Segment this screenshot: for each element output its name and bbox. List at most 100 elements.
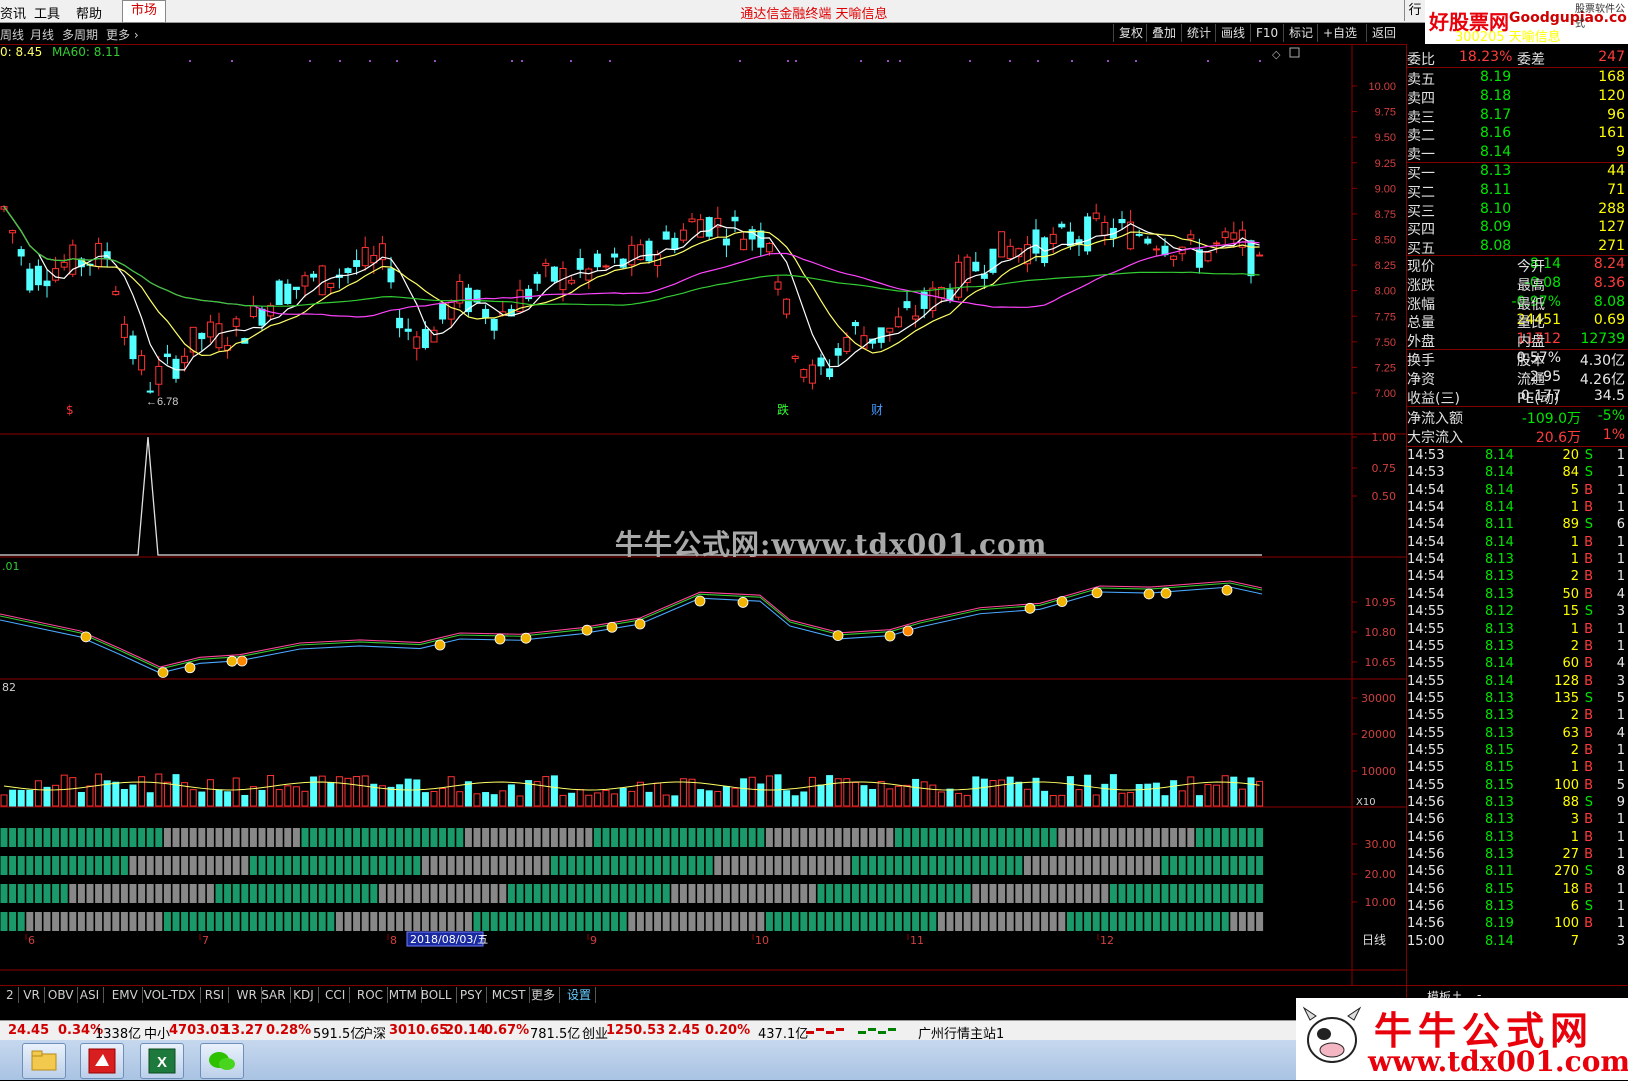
volume-bar [1023,788,1031,807]
status-bar-cell [52,856,60,875]
fuquan-button[interactable]: 复权 [1113,24,1148,42]
stats-button[interactable]: 统计 [1181,24,1216,42]
candle-body [697,219,705,238]
indicator-tab[interactable]: RSI [201,987,230,1003]
indicator-tab[interactable]: 2 [2,987,19,1003]
tick-volume: 2 [1570,638,1579,654]
period-label: 日线 [1362,933,1386,947]
flow-value: 20.6万 [1535,429,1581,446]
candle-body [396,317,404,329]
indicator-tab[interactable]: CCI [321,987,351,1003]
tick-side: B [1584,673,1593,689]
status-bar-cell [800,912,808,931]
wechat-icon[interactable] [200,1043,244,1079]
indicator-tab[interactable]: SAR [257,987,291,1003]
status-bar-cell [542,912,550,931]
overlay-button[interactable]: 叠加 [1146,24,1181,42]
mark-button[interactable]: 标记 [1283,24,1318,42]
tick-count: 1 [1616,552,1625,568]
volume-bar [972,776,980,807]
buy-volume: 288 [1598,200,1625,217]
tick-row: 14:55 8.13 1 B 1 [1407,621,1628,639]
status-bar-cell [654,856,662,875]
period-monthly[interactable]: 月线 [30,26,54,43]
sell-price: 8.14 [1480,144,1512,161]
status-bar-cell [464,828,472,847]
indicator-tab[interactable]: VR [19,987,45,1003]
tick-time: 14:56 [1407,795,1445,810]
more-periods[interactable]: 更多 › [106,26,139,43]
tick-row: 14:54 8.14 5 B 1 [1407,482,1628,500]
multi-period[interactable]: 多周期 [62,26,98,43]
add-favorite-button[interactable]: +自选 [1317,24,1362,42]
tick-side: B [1584,569,1593,585]
buy-volume: 71 [1607,181,1625,198]
tick-count: 1 [1616,916,1625,932]
indicator-tab[interactable]: PSY [456,987,488,1003]
indicator-tabs: 2 VR OBV ASI EMV VOL-TDX RSI WR SAR KDJ CCI ROC MTM B… [0,985,1406,1004]
status-bar-cell [1023,856,1031,875]
excel-icon[interactable]: X [140,1043,184,1079]
volume-bar [344,777,352,807]
status-bar-cell [963,828,971,847]
volume-bar [198,791,206,807]
status-bar-cell [679,912,687,931]
status-bar-cell [241,884,249,903]
status-bar-cell [146,828,154,847]
status-bar-cell [456,856,464,875]
indicator-tab[interactable]: ROC [353,987,389,1003]
candle-body [972,261,980,272]
status-bar-cell [740,828,748,847]
kline-chart[interactable]: 10.00 9.75 9.50 9.25 9.00 8.75 8.50 8.25 8.00 7.7… [0,44,1406,985]
tick-row: 14:55 8.13 2 B 1 [1407,638,1628,656]
status-item: 20.14 [445,1023,487,1038]
indicator-tab[interactable]: ASI [76,987,105,1003]
candle-body [1213,242,1221,245]
back-button[interactable]: 返回 [1366,24,1401,42]
indicator-tab[interactable]: 更多 [527,987,561,1003]
tick-row: 14:54 8.13 1 B 1 [1407,551,1628,569]
menu-item-industry[interactable]: 行 [1404,0,1425,21]
status-bar-cell [284,912,292,931]
status-bar-cell [765,828,773,847]
window-title: 通达信金融终端 天喻信息 [740,7,888,22]
f10-button[interactable]: F10 [1250,24,1283,42]
status-bar-cell [808,828,816,847]
tick-time: 14:54 [1407,552,1445,568]
indicator-tab[interactable]: MCST [488,987,531,1003]
status-bar-cell [241,828,249,847]
indicator-tab[interactable]: VOL-TDX [140,987,201,1003]
menu-item-help[interactable]: 帮助 [76,3,102,22]
menu-item-tools[interactable]: 工具 [34,3,60,22]
tick-time: 14:55 [1407,690,1445,706]
volume-bar [77,792,85,807]
market-tab[interactable]: 市场 [122,0,166,23]
status-bar-cell [69,884,77,903]
draw-button[interactable]: 画线 [1215,24,1250,42]
status-bar-cell [249,912,257,931]
indicator-tab[interactable]: OBV [44,987,79,1003]
menu-item-info[interactable]: 资讯 [0,3,26,22]
status-bar-cell [1221,912,1229,931]
status-bar-cell [808,884,816,903]
signal-dot [511,60,513,62]
status-bar-cell [344,828,352,847]
status-bar-cell [172,856,180,875]
status-bar-cell [103,828,111,847]
status-bar-cell [783,828,791,847]
indicator-tab[interactable]: KDJ [289,987,319,1003]
volume-bar [1135,784,1143,807]
indicator-tab[interactable]: 设置 [563,987,597,1003]
indicator-tab[interactable]: EMV [108,987,143,1003]
tick-volume: 135 [1554,690,1579,706]
status-bar-cell [129,828,137,847]
tick-count: 1 [1616,500,1625,516]
status-bar-cell [1066,856,1074,875]
status-bar-cell [310,912,318,931]
volume-bar [396,784,404,807]
indicator-tab[interactable]: BOLL [417,987,457,1003]
tdx-app-icon[interactable] [80,1043,124,1079]
folder-icon[interactable] [22,1043,66,1079]
period-weekly[interactable]: 周线 [0,26,24,43]
date-tick-label: 11 [910,934,924,947]
